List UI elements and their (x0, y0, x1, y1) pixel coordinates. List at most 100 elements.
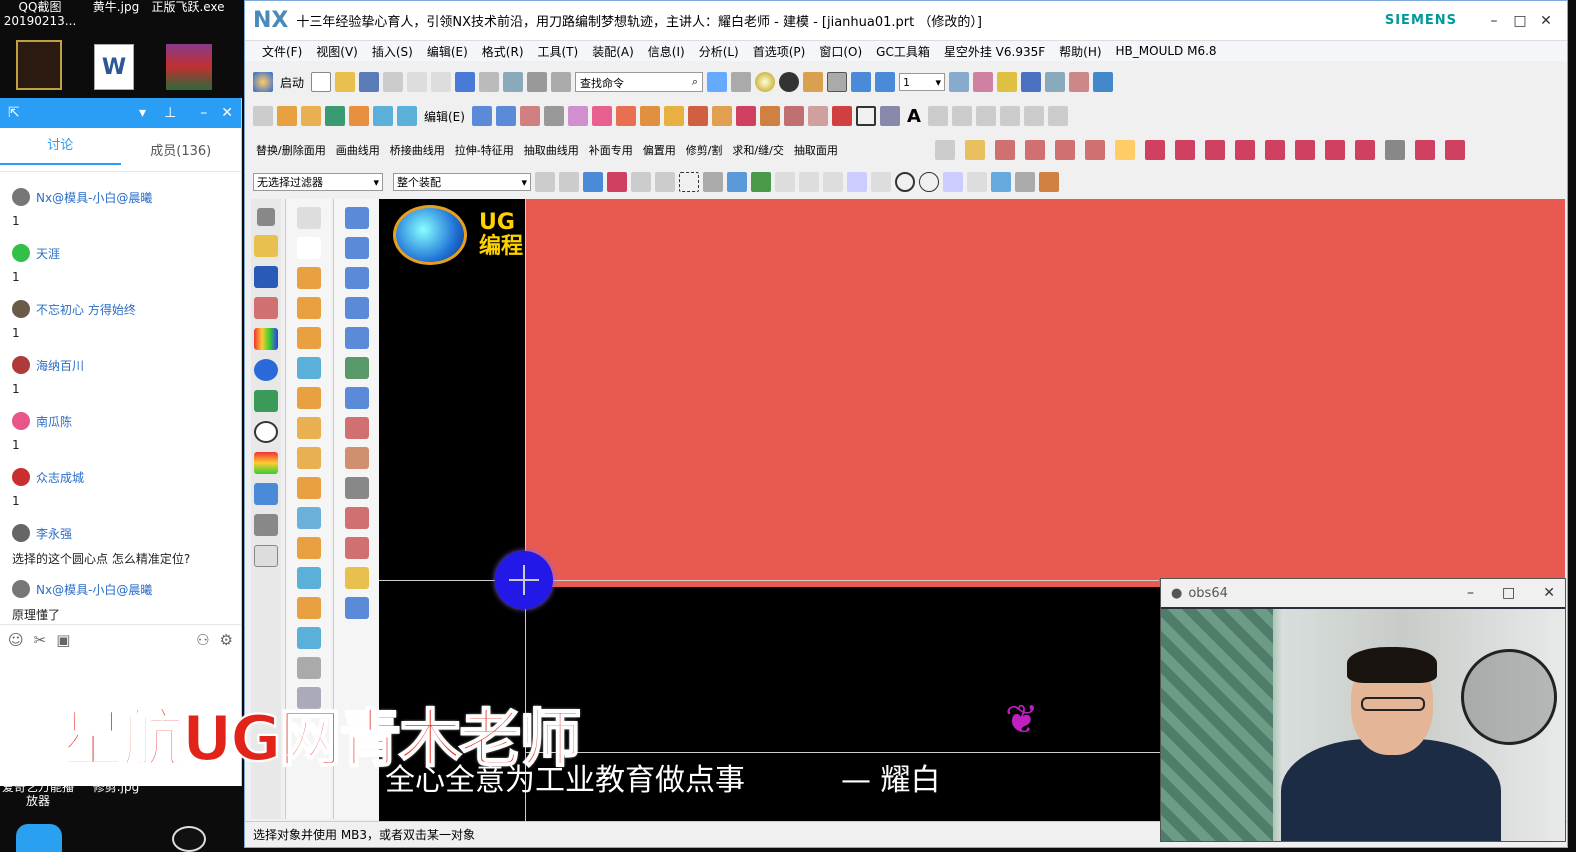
menu-item[interactable]: 星空外挂 V6.935F (937, 43, 1052, 60)
menu-item[interactable]: 帮助(H) (1052, 43, 1108, 60)
trim-body-icon[interactable] (543, 106, 564, 126)
section-icon[interactable] (1047, 106, 1068, 126)
message-author[interactable]: 南瓜陈 (12, 410, 221, 432)
menu-item[interactable]: 分析(L) (692, 43, 746, 60)
menu-item[interactable]: GC工具箱 (869, 43, 937, 60)
surface-tool-8-icon[interactable] (344, 417, 369, 439)
toolbar-dropdown[interactable]: 抽取曲线用 (521, 142, 582, 158)
surface-tool-9-icon[interactable] (344, 447, 369, 469)
feature-tool-5-icon[interactable] (296, 327, 321, 349)
start-menu[interactable]: 启动 (277, 74, 307, 91)
feature-tool-14-icon[interactable] (296, 597, 321, 619)
surface-tool-11-icon[interactable] (344, 507, 369, 529)
sketch-icon[interactable] (253, 106, 273, 126)
undo-icon[interactable] (455, 72, 476, 92)
feature-tool-16-icon[interactable] (296, 657, 321, 679)
background-icon[interactable] (827, 72, 848, 92)
info-icon[interactable] (254, 359, 278, 381)
roles-icon[interactable] (254, 483, 278, 505)
menu-item[interactable]: 装配(A) (585, 43, 641, 60)
avatar[interactable] (12, 468, 30, 486)
shell-icon[interactable] (663, 106, 684, 126)
wcs-icon[interactable] (973, 72, 994, 92)
surface-tool-2-icon[interactable] (344, 237, 369, 259)
surface-tool-14-icon[interactable] (344, 597, 369, 619)
surface-tool-7-icon[interactable] (344, 387, 369, 409)
surface-tool-4-icon[interactable] (344, 297, 369, 319)
avatar[interactable] (12, 524, 30, 542)
message-author[interactable]: 海纳百川 (12, 354, 221, 376)
face-icon[interactable] (495, 106, 516, 126)
message-author[interactable]: 李永强 (12, 522, 221, 544)
toolbar-dropdown[interactable]: 求和/缝/交 (729, 142, 786, 158)
edge-icon[interactable] (779, 72, 800, 92)
snap-4-icon[interactable] (823, 172, 843, 192)
system-icon[interactable] (254, 514, 278, 536)
offset-icon[interactable] (639, 106, 660, 126)
blend-icon[interactable] (687, 106, 708, 126)
share-icon[interactable]: ⇱ (8, 105, 20, 121)
obs-camera-window[interactable]: ● obs64 – □ ✕ (1160, 578, 1566, 842)
tab-discussion[interactable]: 讨论 (0, 134, 121, 165)
mesh-icon[interactable] (1385, 140, 1405, 160)
feature-tool-7-icon[interactable] (296, 387, 321, 409)
curve-tool-4-icon[interactable] (1235, 140, 1255, 160)
copy-icon[interactable] (407, 72, 428, 92)
selected-face[interactable] (525, 199, 1565, 587)
curve-tool-5-icon[interactable] (1265, 140, 1285, 160)
arc-icon[interactable] (879, 106, 900, 126)
toolbar-dropdown[interactable]: 拉伸-特征用 (452, 142, 517, 158)
toolbar-dropdown[interactable]: 画曲线用 (333, 142, 383, 158)
feature-tool-10-icon[interactable] (296, 477, 321, 499)
feature-icon[interactable] (325, 106, 345, 126)
solid-icon[interactable] (397, 106, 417, 126)
snap-8-icon[interactable] (991, 172, 1011, 192)
curve-tool-9-icon[interactable] (1415, 140, 1435, 160)
chamfer-icon[interactable] (711, 106, 732, 126)
toolbar-dropdown[interactable]: 抽取面用 (791, 142, 841, 158)
snap-3-icon[interactable] (799, 172, 819, 192)
analysis-icon[interactable] (997, 72, 1018, 92)
extrude-icon[interactable] (277, 106, 297, 126)
surface-tool-10-icon[interactable] (344, 477, 369, 499)
feature-tool-11-icon[interactable] (296, 507, 321, 529)
author-name[interactable]: 天涯 (36, 245, 60, 262)
line-icon[interactable] (831, 106, 852, 126)
curve-tool-10-icon[interactable] (1445, 140, 1465, 160)
feature-tool-13-icon[interactable] (296, 567, 321, 589)
toolbar-dropdown[interactable]: 桥接曲线用 (387, 142, 448, 158)
cylinder-icon[interactable] (373, 106, 393, 126)
menu-item[interactable]: 工具(T) (531, 43, 586, 60)
settings-icon[interactable]: ⚙ (220, 631, 233, 649)
app-icon[interactable] (16, 824, 62, 852)
rectangle-icon[interactable] (855, 106, 876, 126)
snap-7-icon[interactable] (967, 172, 987, 192)
plane-icon[interactable] (471, 106, 492, 126)
word-icon[interactable]: W (94, 44, 134, 90)
helix-icon[interactable] (975, 106, 996, 126)
avatar[interactable] (12, 244, 30, 262)
desktop-icon-qq-screenshot[interactable]: QQ截图 20190213... (2, 0, 78, 28)
fit-icon[interactable] (707, 72, 728, 92)
save-icon[interactable] (359, 72, 380, 92)
game-icon[interactable] (16, 40, 62, 90)
feature-tool-6-icon[interactable] (296, 357, 321, 379)
part-navigator-icon[interactable] (254, 297, 278, 319)
web-icon[interactable] (254, 390, 278, 412)
avatar[interactable] (12, 300, 30, 318)
snap-2-icon[interactable] (775, 172, 795, 192)
menu-item[interactable]: HB_MOULD M6.8 (1109, 44, 1224, 58)
surface-tool-12-icon[interactable] (344, 537, 369, 559)
feature-tool-3-icon[interactable] (296, 267, 321, 289)
feature-tool-12-icon[interactable] (296, 537, 321, 559)
command-search-input[interactable]: 查找命令 ⌕ (575, 72, 704, 92)
feature-tool-9-icon[interactable] (296, 447, 321, 469)
author-name[interactable]: 众志成城 (36, 469, 84, 486)
feature-tool-8-icon[interactable] (296, 417, 321, 439)
offset-curve-icon[interactable] (1023, 106, 1044, 126)
unite-icon[interactable] (567, 106, 588, 126)
author-name[interactable]: 不忘初心 方得始终 (36, 301, 136, 318)
box-select-icon[interactable] (679, 172, 699, 192)
block-icon[interactable] (349, 106, 369, 126)
select-tool-6-icon[interactable] (655, 172, 675, 192)
